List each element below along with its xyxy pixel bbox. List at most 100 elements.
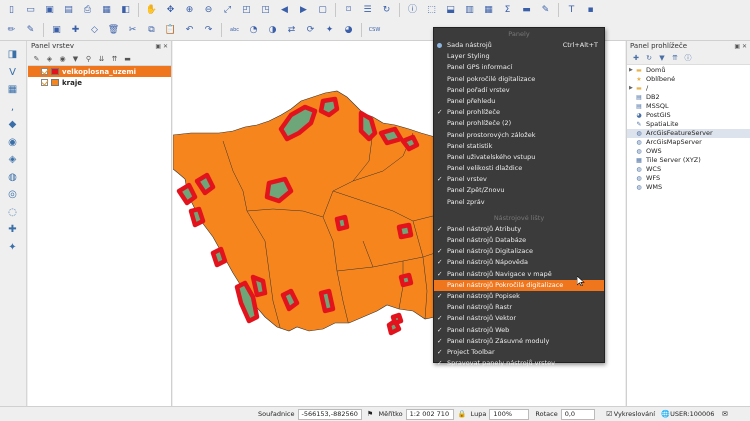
python-icon[interactable]: ▪ — [584, 3, 598, 17]
browser-item[interactable]: ▶ ▬ Domů — [627, 66, 750, 75]
browser-item[interactable]: ▤ MSSQL — [627, 102, 750, 111]
menu-item[interactable]: ✓ Panel nástrojů Vektor — [434, 313, 604, 324]
browser-item[interactable]: ◍ ArcGisMapServer — [627, 138, 750, 147]
add-raster-icon[interactable]: ▦ — [5, 82, 20, 97]
new-map-view-icon[interactable]: ▢ — [316, 3, 330, 17]
collapse-all-icon[interactable]: ⇈ — [109, 53, 120, 64]
menu-item[interactable]: Panel prohlížeče (2) — [434, 118, 604, 129]
filter-icon[interactable]: ▼ — [70, 53, 81, 64]
delete-icon[interactable]: 🗑 — [107, 23, 121, 37]
browser-item[interactable]: ◍ WMS — [627, 183, 750, 192]
layout-manager-icon[interactable]: ▦ — [100, 3, 114, 17]
menu-item[interactable]: Sada nástrojů Ctrl+Alt+T — [434, 40, 604, 51]
expand-all-icon[interactable]: ⇊ — [96, 53, 107, 64]
label-icon[interactable]: abc — [228, 23, 242, 37]
menu-item[interactable]: ✓ Panel nástrojů Popisek — [434, 291, 604, 302]
add-wcs-icon[interactable]: ◎ — [5, 187, 20, 202]
menu-item[interactable]: ✓ Panel nástrojů Atributy — [434, 224, 604, 235]
new-spatialite-icon[interactable]: ✦ — [5, 240, 20, 255]
zoom-in-icon[interactable]: ⊕ — [183, 3, 197, 17]
browser-item[interactable]: ◍ ArcGisFeatureServer — [627, 129, 750, 138]
menu-item[interactable]: Layer Styling — [434, 51, 604, 62]
add-delimited-icon[interactable]: , — [5, 100, 20, 115]
magnifier-field[interactable]: 100% — [489, 408, 530, 420]
menu-item[interactable]: Panel prostorových záložek — [434, 130, 604, 141]
menu-item[interactable]: Panel Zpět/Znovu — [434, 185, 604, 196]
messages-icon[interactable]: ✉ — [720, 410, 729, 419]
rotate-label-icon[interactable]: ⟳ — [304, 23, 318, 37]
menu-item[interactable]: ✓ Panel vrstev — [434, 174, 604, 185]
menu-item[interactable]: ✓ Panel nástrojů Digitalizace — [434, 246, 604, 257]
style-manager-icon[interactable]: ◧ — [119, 3, 133, 17]
show-bookmarks-icon[interactable]: ☰ — [361, 3, 375, 17]
paste-icon[interactable]: 📋 — [164, 23, 178, 37]
measure-icon[interactable]: ▬ — [520, 3, 534, 17]
save-edits-icon[interactable]: ▣ — [50, 23, 64, 37]
add-mssql-icon[interactable]: ◈ — [5, 152, 20, 167]
menu-item[interactable]: Panel velikosti dlaždice — [434, 163, 604, 174]
field-calculator-icon[interactable]: ▦ — [482, 3, 496, 17]
select-icon[interactable]: ⬚ — [425, 3, 439, 17]
pan-icon[interactable]: ✋ — [145, 3, 159, 17]
deselect-icon[interactable]: ⬓ — [444, 3, 458, 17]
refresh-icon[interactable]: ↻ — [644, 53, 654, 63]
save-project-icon[interactable]: ▣ — [43, 3, 57, 17]
layer-manager-icon[interactable]: ◨ — [5, 47, 20, 62]
layer-item[interactable]: velkoplosna_uzemi — [28, 66, 171, 77]
coordinate-field[interactable]: -566153,-882560 — [297, 408, 362, 420]
menu-item[interactable]: ✓ Panel nástrojů Zásuvné moduly — [434, 336, 604, 347]
browser-item[interactable]: ★ Oblíbené — [627, 75, 750, 84]
menu-item[interactable]: Panel přehledu — [434, 96, 604, 107]
browser-item[interactable]: ▦ Tile Server (XYZ) — [627, 156, 750, 165]
undo-icon[interactable]: ↶ — [183, 23, 197, 37]
menu-item[interactable]: Panel nástrojů Databáze — [434, 235, 604, 246]
redo-icon[interactable]: ↷ — [202, 23, 216, 37]
crs-label[interactable]: USER:100006 — [670, 410, 714, 418]
menu-item[interactable]: ✓ Panel prohlížeče — [434, 107, 604, 118]
add-postgis-icon[interactable]: ◉ — [5, 135, 20, 150]
browser-item[interactable]: ◕ PostGIS — [627, 111, 750, 120]
render-checkbox[interactable]: ☑ — [605, 410, 614, 419]
annotation-icon[interactable]: ✎ — [539, 3, 553, 17]
statistics-icon[interactable]: Σ — [501, 3, 515, 17]
lock-scale-icon[interactable]: 🔒 — [458, 410, 467, 419]
filter-legend-icon[interactable]: ⚲ — [83, 53, 94, 64]
zoom-last-icon[interactable]: ◀ — [278, 3, 292, 17]
scale-field[interactable]: 1:2 002 710 — [405, 408, 454, 420]
menu-item[interactable]: Panel uživatelského vstupu — [434, 152, 604, 163]
menu-item[interactable]: ✓ Panel nástrojů Web — [434, 325, 604, 336]
rotation-field[interactable]: 0,0 — [560, 408, 595, 420]
menu-item[interactable]: ✓ Spravovat panely nástrojů vrstev — [434, 358, 604, 369]
menu-item[interactable]: Panel pořadí vrstev — [434, 85, 604, 96]
add-group-icon[interactable]: ◈ — [44, 53, 55, 64]
filter-icon[interactable]: ▼ — [657, 53, 667, 63]
browser-item[interactable]: ◍ WCS — [627, 165, 750, 174]
style-icon[interactable]: ✎ — [31, 53, 42, 64]
zoom-next-icon[interactable]: ▶ — [297, 3, 311, 17]
zoom-full-icon[interactable]: ⤢ — [221, 3, 235, 17]
pan-to-selection-icon[interactable]: ✥ — [164, 3, 178, 17]
save-as-icon[interactable]: ▤ — [62, 3, 76, 17]
print-layout-icon[interactable]: ⎙ — [81, 3, 95, 17]
menu-item[interactable]: ✓ Project Toolbar — [434, 347, 604, 358]
collapse-icon[interactable]: ⇈ — [670, 53, 680, 63]
identify-icon[interactable]: ⓘ — [406, 3, 420, 17]
menu-item[interactable]: Panel zpráv — [434, 197, 604, 208]
new-project-icon[interactable]: ▯ — [5, 3, 19, 17]
vertex-tool-icon[interactable]: ◇ — [88, 23, 102, 37]
text-annotation-icon[interactable]: T — [565, 3, 579, 17]
menu-item[interactable]: Panel statistik — [434, 141, 604, 152]
zoom-layer-icon[interactable]: ◳ — [259, 3, 273, 17]
toggle-edit-icon[interactable]: ✎ — [24, 23, 38, 37]
layer-visibility-checkbox[interactable] — [41, 68, 48, 75]
change-label-icon[interactable]: ✦ — [323, 23, 337, 37]
menu-item[interactable]: Panel nástrojů Rastr — [434, 302, 604, 313]
panel-float-close-icon[interactable]: ▣ ✕ — [155, 41, 168, 52]
add-wfs-icon[interactable]: ◌ — [5, 205, 20, 220]
open-project-icon[interactable]: ▭ — [24, 3, 38, 17]
add-spatialite-icon[interactable]: ◆ — [5, 117, 20, 132]
browser-item[interactable]: ▶ ▬ / — [627, 84, 750, 93]
browser-item[interactable]: ✎ SpatiaLite — [627, 120, 750, 129]
new-shapefile-icon[interactable]: ✚ — [5, 222, 20, 237]
zoom-selection-icon[interactable]: ◰ — [240, 3, 254, 17]
